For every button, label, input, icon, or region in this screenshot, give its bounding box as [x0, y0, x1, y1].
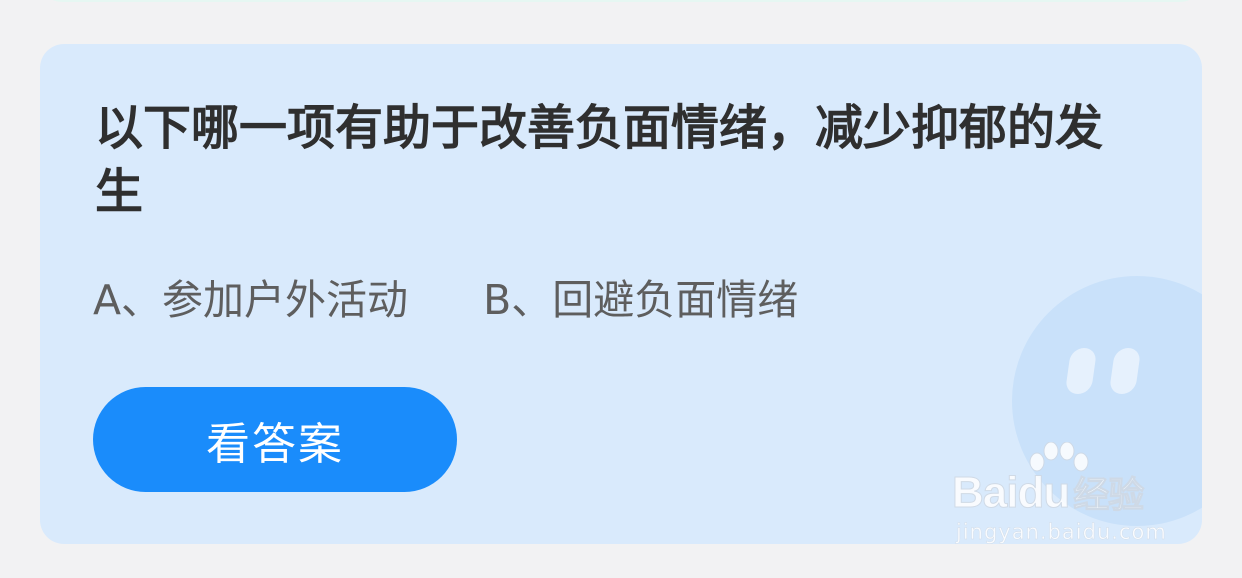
mascot-right-eye [1108, 348, 1142, 394]
option-a[interactable]: A、参加户外活动 [93, 276, 408, 324]
baidu-jingyan-watermark: Baidu 经验 jingyan.baidu.com [951, 440, 1192, 550]
watermark-url: jingyan.baidu.com [956, 520, 1167, 544]
watermark-brand: Baidu 经验 [951, 466, 1145, 518]
watermark-brand-cn: 经验 [1073, 474, 1145, 516]
previous-card-edge [40, 0, 1202, 2]
mascot-left-eye [1064, 348, 1098, 394]
option-b[interactable]: B、回避负面情绪 [483, 276, 798, 324]
watermark-brand-du: du [1017, 468, 1071, 518]
view-answer-button[interactable]: 看答案 [93, 387, 457, 492]
answer-options: A、参加户外活动 B、回避负面情绪 [93, 272, 798, 328]
watermark-brand-bai: Bai [951, 468, 1018, 518]
question-text: 以下哪一项有助于改善负面情绪，减少抑郁的发生 [95, 100, 1104, 220]
